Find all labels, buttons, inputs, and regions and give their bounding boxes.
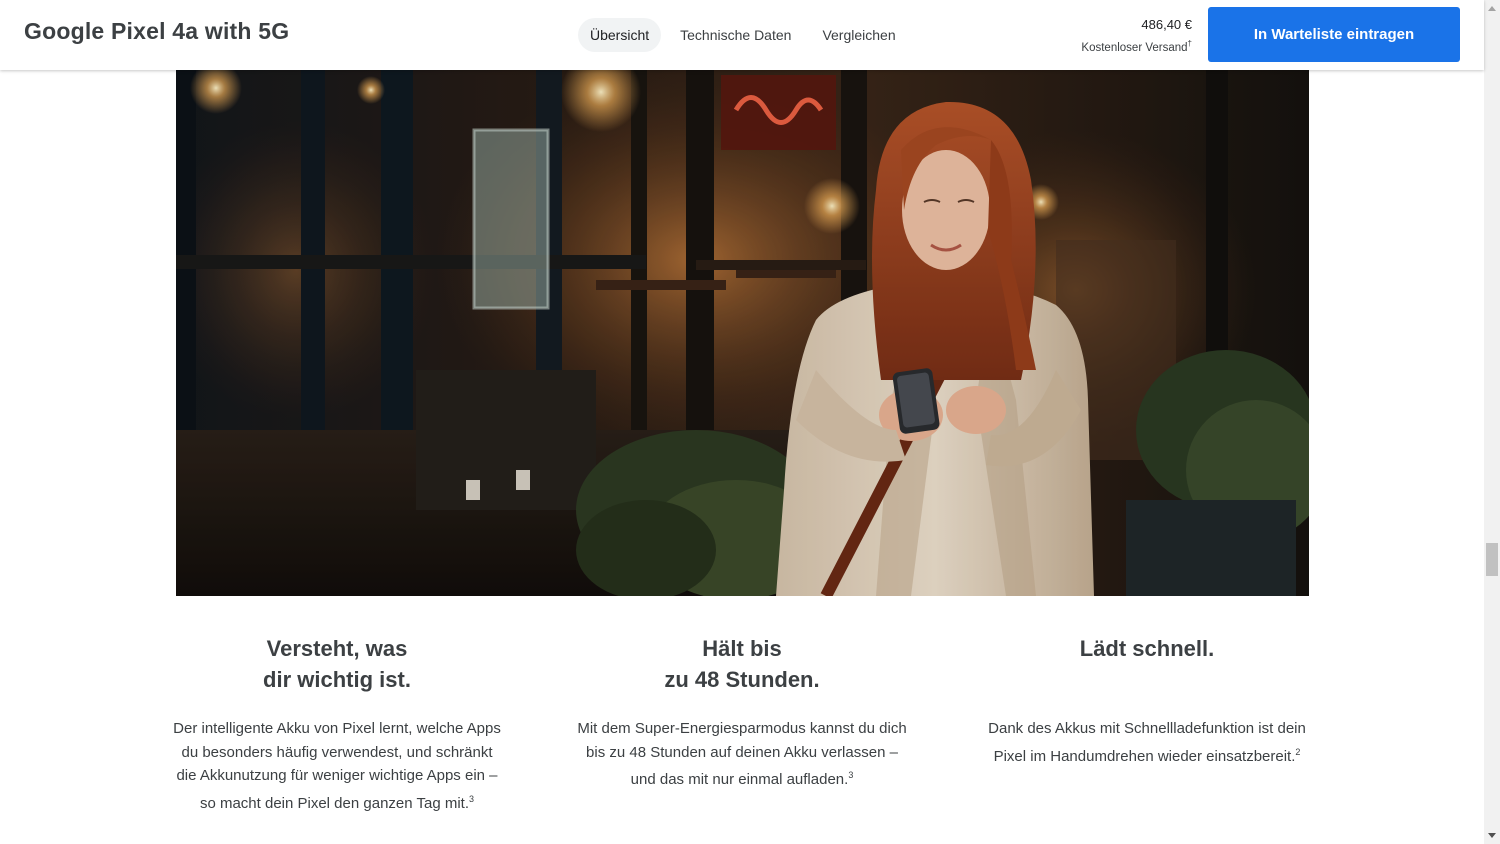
tab-tech-specs[interactable]: Technische Daten xyxy=(668,18,803,52)
join-waitlist-button[interactable]: In Warteliste eintragen xyxy=(1208,7,1460,62)
feature-text: Der intelligente Akku von Pixel lernt, w… xyxy=(173,720,501,812)
feature-title-line: Versteht, was xyxy=(266,636,408,661)
product-header: Google Pixel 4a with 5G Übersicht Techni… xyxy=(0,0,1484,70)
feature-text: Dank des Akkus mit Schnellladefunktion i… xyxy=(988,720,1306,765)
feature-fast-charging: Lädt schnell. Dank des Akkus mit Schnell… xyxy=(982,633,1312,765)
feature-description: Der intelligente Akku von Pixel lernt, w… xyxy=(172,717,502,815)
tab-overview[interactable]: Übersicht xyxy=(578,18,662,52)
feature-description: Dank des Akkus mit Schnellladefunktion i… xyxy=(982,717,1312,768)
scroll-down-arrow-icon[interactable] xyxy=(1488,833,1496,838)
footnote-link[interactable]: 3 xyxy=(848,770,853,780)
scroll-up-arrow-icon[interactable] xyxy=(1488,6,1496,11)
price: 486,40 € xyxy=(1141,17,1192,32)
shipping-label: Kostenloser Versand xyxy=(1081,41,1188,54)
price-block: 486,40 € Kostenloser Versand† xyxy=(1081,17,1192,59)
feature-description: Mit dem Super-Energiesparmodus kannst du… xyxy=(577,717,907,792)
feature-title: Hält bis zu 48 Stunden. xyxy=(577,633,907,695)
shipping-info: Kostenloser Versand† xyxy=(1081,33,1192,59)
feature-title-line: Lädt schnell. xyxy=(1079,636,1215,661)
scrollbar-thumb[interactable] xyxy=(1486,543,1498,576)
shipping-footnote[interactable]: † xyxy=(1188,39,1192,48)
footnote-link[interactable]: 2 xyxy=(1295,747,1300,757)
feature-text: Mit dem Super-Energiesparmodus kannst du… xyxy=(577,720,907,788)
feature-48-hours: Hält bis zu 48 Stunden. Mit dem Super-En… xyxy=(577,633,907,788)
page-scrollbar[interactable] xyxy=(1484,0,1500,844)
product-nav: Übersicht Technische Daten Vergleichen xyxy=(578,18,915,52)
product-title: Google Pixel 4a with 5G xyxy=(24,18,290,44)
footnote-link[interactable]: 3 xyxy=(469,794,474,804)
hero-image xyxy=(176,70,1309,596)
feature-title-line: zu 48 Stunden. xyxy=(664,667,820,692)
feature-title-line: dir wichtig ist. xyxy=(263,667,411,692)
feature-title: Versteht, was dir wichtig ist. xyxy=(172,633,502,695)
feature-title: Lädt schnell. xyxy=(982,633,1312,664)
feature-adaptive-battery: Versteht, was dir wichtig ist. Der intel… xyxy=(172,633,502,812)
tab-compare[interactable]: Vergleichen xyxy=(810,18,907,52)
feature-title-line: Hält bis xyxy=(702,636,782,661)
